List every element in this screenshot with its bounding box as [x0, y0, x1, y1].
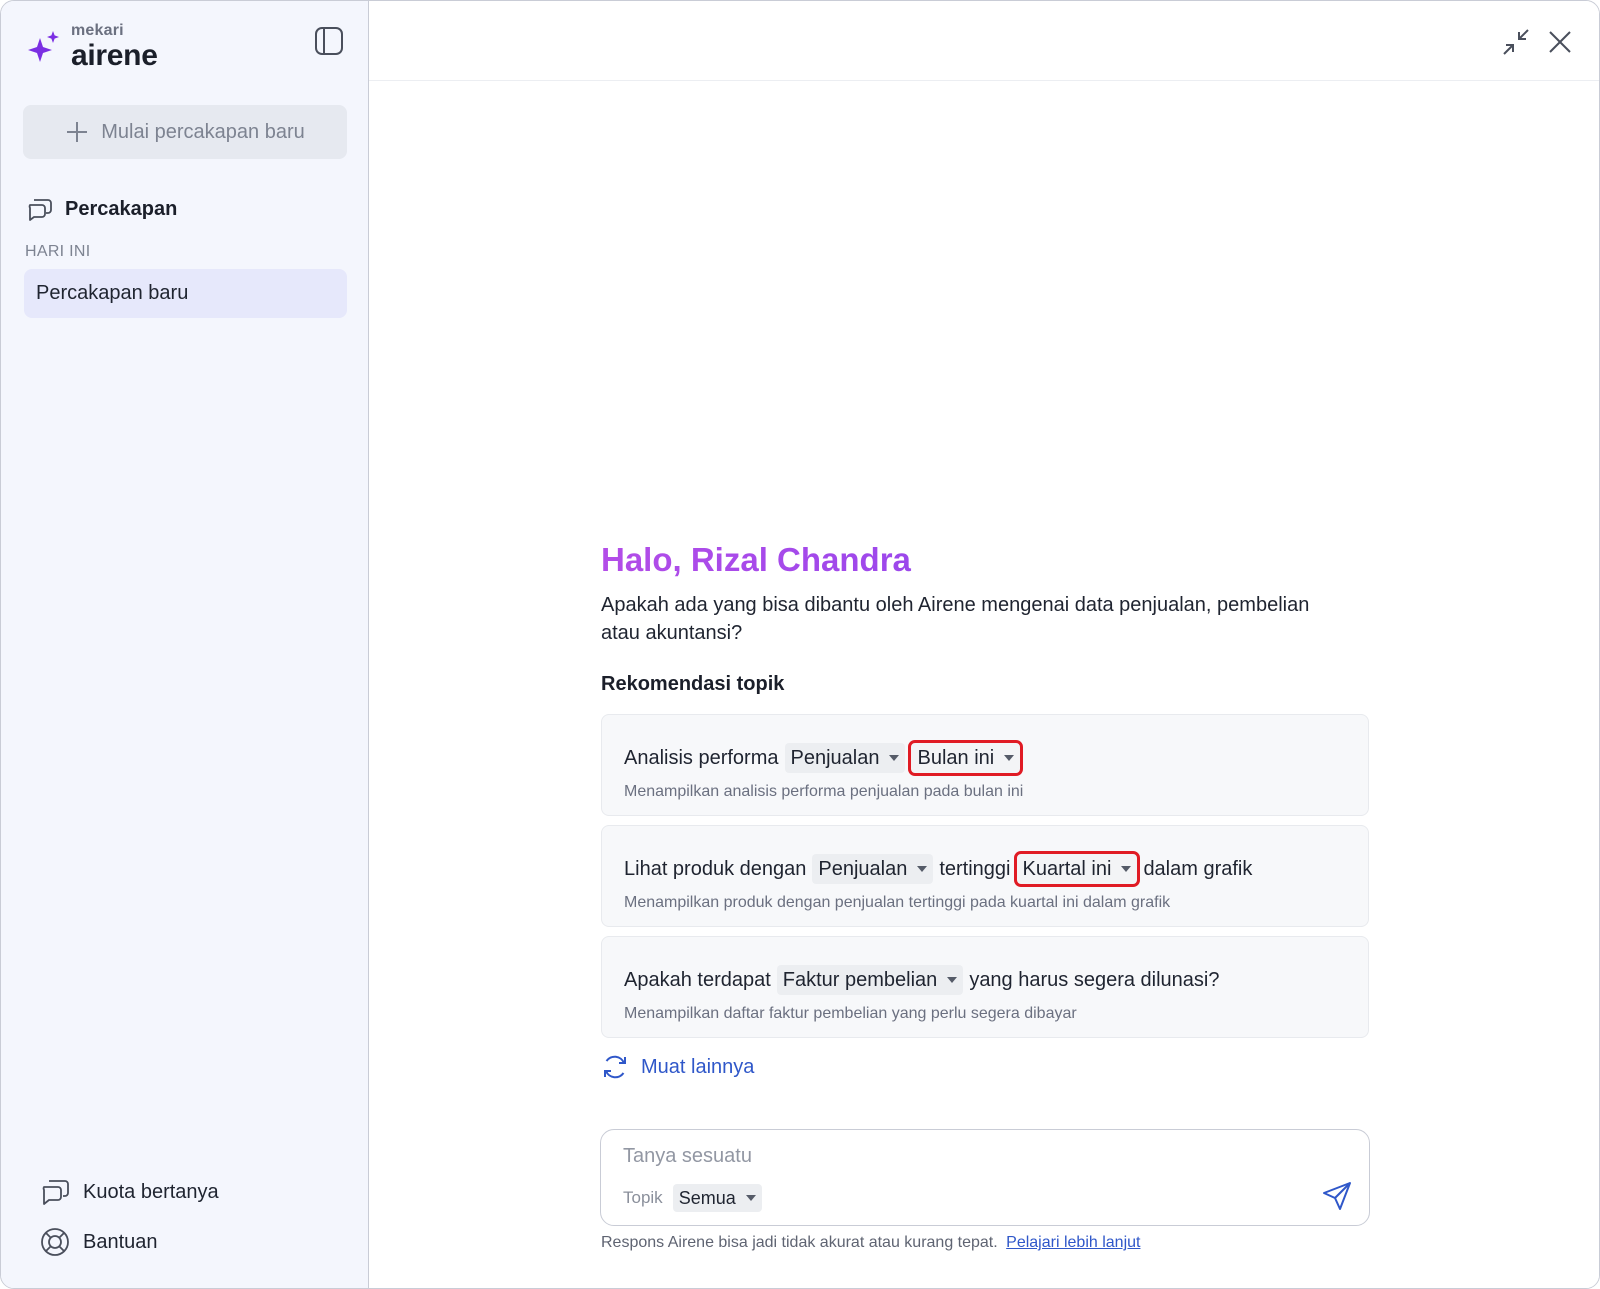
topic-card-description: Menampilkan produk dengan penjualan tert…: [624, 894, 1171, 911]
sparkle-icon: [28, 31, 59, 62]
topic-card-description: Menampilkan analisis performa penjualan …: [624, 783, 1024, 800]
topic-card[interactable]: Apakah terdapat Faktur pembelian yang ha…: [601, 936, 1369, 1038]
metric-dropdown-value: Penjualan: [818, 857, 908, 880]
caret-down-icon: [889, 755, 900, 761]
chat-composer: Topik Semua: [600, 1129, 1370, 1226]
period-dropdown[interactable]: Kuartal ini: [1013, 851, 1141, 887]
prompt-text: Lihat produk dengan: [624, 857, 807, 880]
topic-card-prompt: Apakah terdapat Faktur pembelian yang ha…: [624, 965, 1225, 995]
recommendation-title: Rekomendasi topik: [601, 673, 785, 695]
document-type-dropdown-value: Faktur pembelian: [782, 968, 938, 991]
quota-link[interactable]: Kuota bertanya: [39, 1176, 219, 1208]
disclaimer-text: Respons Airene bisa jadi tidak akurat at…: [601, 1234, 998, 1251]
prompt-text: yang harus segera dilunasi?: [969, 968, 1220, 991]
new-chat-label: Mulai percakapan baru: [101, 120, 305, 143]
caret-down-icon: [917, 866, 928, 872]
topic-card-prompt: Analisis performa Penjualan Bulan ini: [624, 740, 1026, 776]
metric-dropdown-value: Penjualan: [790, 746, 880, 769]
brand-logo: mekari airene: [27, 23, 158, 71]
learn-more-link[interactable]: Pelajari lebih lanjut: [1006, 1234, 1140, 1251]
prompt-text: dalam grafik: [1143, 857, 1253, 880]
welcome-section: Halo, Rizal Chandra Apakah ada yang bisa…: [601, 541, 1369, 696]
metric-dropdown[interactable]: Penjualan: [812, 854, 934, 884]
period-dropdown[interactable]: Bulan ini: [908, 740, 1024, 776]
conversation-item-label: Percakapan baru: [36, 282, 189, 304]
prompt-text: Apakah terdapat: [624, 968, 771, 991]
topic-dropdown[interactable]: Semua: [672, 1184, 762, 1212]
chat-main: Halo, Rizal Chandra Apakah ada yang bisa…: [369, 1, 1599, 1288]
prompt-text: tertinggi: [939, 857, 1011, 880]
top-bar: [369, 1, 1599, 81]
send-icon[interactable]: [1321, 1180, 1353, 1212]
prompt-text: Analisis performa: [624, 746, 779, 769]
caret-down-icon: [947, 977, 958, 983]
topic-label: Topik: [623, 1188, 663, 1207]
topic-card[interactable]: Lihat produk dengan Penjualan tertinggi …: [601, 825, 1369, 927]
metric-dropdown[interactable]: Penjualan: [784, 743, 906, 773]
chat-bubbles-icon: [28, 199, 52, 221]
load-more-label: Muat lainnya: [641, 1055, 755, 1078]
close-icon[interactable]: [1545, 27, 1575, 57]
topic-card-prompt: Lihat produk dengan Penjualan tertinggi …: [624, 851, 1258, 887]
ask-input[interactable]: [623, 1142, 1263, 1170]
topic-selector: Topik Semua: [623, 1184, 768, 1212]
caret-down-icon: [1004, 755, 1015, 761]
sidebar-toggle-icon[interactable]: [313, 25, 345, 57]
intro-text: Apakah ada yang bisa dibantu oleh Airene…: [601, 594, 1310, 644]
quota-label: Kuota bertanya: [83, 1180, 219, 1203]
plus-icon: [67, 122, 88, 142]
sidebar: mekari airene Mulai percakapan baru Perc…: [1, 1, 369, 1288]
app-window: mekari airene Mulai percakapan baru Perc…: [0, 0, 1600, 1289]
lifebuoy-icon: [41, 1228, 69, 1256]
date-group-label: HARI INI: [25, 243, 91, 260]
chat-bubbles-icon: [42, 1180, 69, 1205]
brand-name: airene: [71, 39, 158, 72]
caret-down-icon: [745, 1195, 756, 1201]
minimize-icon[interactable]: [1501, 27, 1531, 57]
topic-card-description: Menampilkan daftar faktur pembelian yang…: [624, 1005, 1077, 1022]
topic-card[interactable]: Analisis performa Penjualan Bulan ini Me…: [601, 714, 1369, 816]
load-more-link[interactable]: Muat lainnya: [601, 1053, 754, 1081]
period-dropdown-value: Kuartal ini: [1022, 857, 1112, 880]
conversation-item[interactable]: Percakapan baru: [24, 269, 347, 318]
greeting-title: Halo, Rizal Chandra: [601, 541, 1369, 579]
conversations-header: Percakapan: [25, 195, 177, 223]
period-dropdown-value: Bulan ini: [917, 746, 995, 769]
help-link[interactable]: Bantuan: [39, 1226, 158, 1258]
help-label: Bantuan: [83, 1230, 158, 1253]
disclaimer: Respons Airene bisa jadi tidak akurat at…: [601, 1234, 1140, 1252]
document-type-dropdown[interactable]: Faktur pembelian: [776, 965, 964, 995]
conversations-title: Percakapan: [65, 197, 178, 220]
refresh-icon: [604, 1055, 626, 1079]
brand-name-small: mekari: [71, 22, 124, 39]
new-chat-button[interactable]: Mulai percakapan baru: [23, 105, 347, 159]
caret-down-icon: [1121, 866, 1132, 872]
topic-dropdown-value: Semua: [678, 1187, 736, 1208]
